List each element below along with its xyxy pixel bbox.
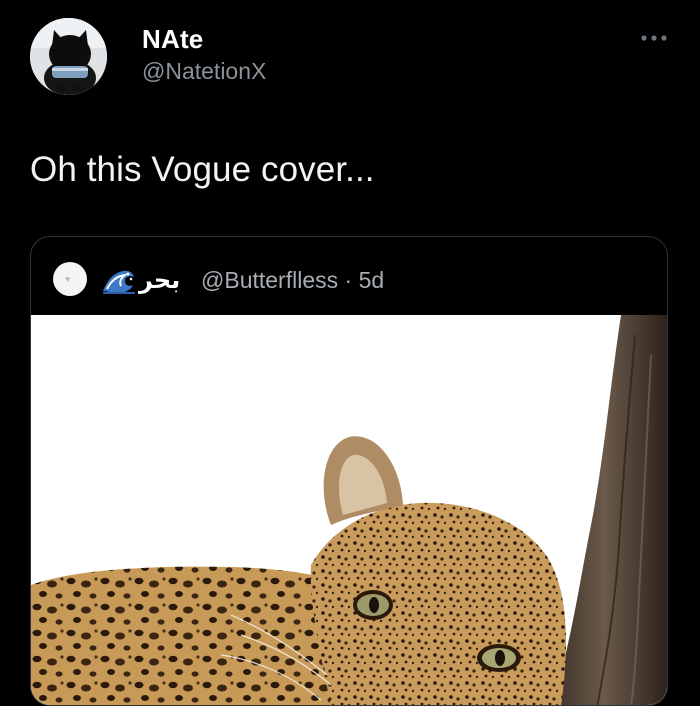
quoted-author-meta: @Butterflless · 5d (201, 267, 384, 294)
quoted-tweet-age[interactable]: 5d (359, 267, 385, 293)
wave-emoji-icon (103, 270, 135, 294)
quoted-tweet-media[interactable] (31, 315, 667, 705)
quoted-author-name[interactable]: بحر (139, 266, 180, 294)
quoted-tweet-header: ♥ بحر @Butterflless · 5d (31, 237, 667, 315)
meta-separator: · (344, 267, 353, 293)
leopard-photo (31, 315, 667, 705)
display-name[interactable]: NAte (142, 24, 203, 55)
more-options-button[interactable] (637, 28, 671, 48)
tweet-text: Oh this Vogue cover... (30, 150, 375, 189)
profile-avatar[interactable] (30, 18, 107, 95)
quoted-tweet-card[interactable]: ♥ بحر @Butterflless · 5d (30, 236, 668, 706)
quoted-author-avatar[interactable]: ♥ (53, 262, 87, 296)
heart-icon: ♥ (65, 274, 71, 284)
more-horizontal-icon (641, 35, 667, 41)
user-handle[interactable]: @NatetionX (142, 58, 266, 85)
cat-avatar-image (30, 18, 107, 95)
quoted-author-handle[interactable]: @Butterflless (201, 267, 338, 293)
